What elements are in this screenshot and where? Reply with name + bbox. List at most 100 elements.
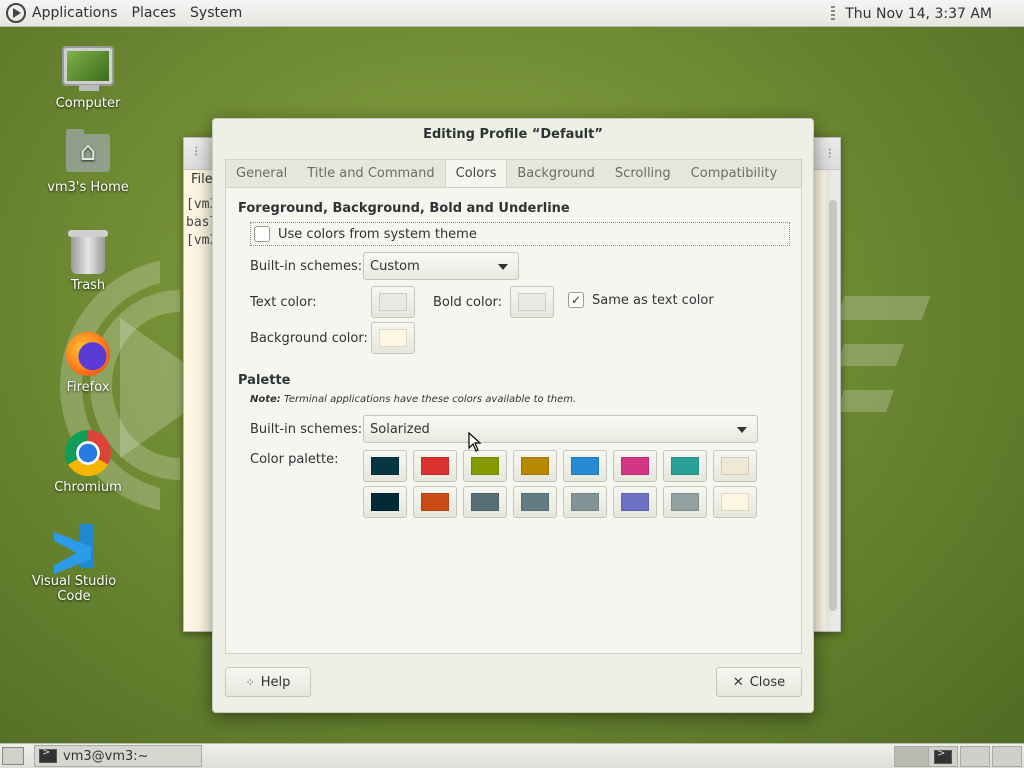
color-palette-grid bbox=[363, 450, 757, 518]
bold-color-button[interactable] bbox=[510, 286, 554, 318]
palette-note: Note: Terminal applications have these c… bbox=[250, 394, 576, 405]
desktop-icon-label: Firefox bbox=[66, 380, 110, 395]
same-as-text-label: Same as text color bbox=[592, 292, 714, 308]
taskbar-terminal-button[interactable]: vm3@vm3:~ bbox=[34, 745, 202, 767]
firefox-icon bbox=[66, 332, 110, 376]
close-icon: ✕ bbox=[732, 674, 744, 690]
palette-swatch bbox=[471, 493, 499, 511]
palette-color-button[interactable] bbox=[563, 450, 607, 482]
scrollbar-thumb[interactable] bbox=[829, 200, 837, 611]
terminal-icon bbox=[39, 747, 57, 763]
home-folder-icon bbox=[66, 129, 110, 172]
desktop-icon-firefox[interactable]: Firefox bbox=[28, 332, 148, 395]
palette-swatch bbox=[621, 457, 649, 475]
same-as-text-checkbox[interactable]: ✓ Same as text color bbox=[568, 292, 714, 308]
palette-schemes-value: Solarized bbox=[370, 421, 430, 437]
workspace-2[interactable] bbox=[928, 746, 958, 767]
palette-swatch bbox=[421, 457, 449, 475]
palette-color-button[interactable] bbox=[413, 486, 457, 518]
help-button[interactable]: ⁘ Help bbox=[225, 667, 311, 697]
palette-swatch bbox=[371, 457, 399, 475]
tab-general[interactable]: General bbox=[226, 160, 297, 187]
panel-grip-icon bbox=[831, 5, 836, 22]
palette-swatch bbox=[621, 493, 649, 511]
palette-swatch bbox=[471, 457, 499, 475]
places-menu[interactable]: Places bbox=[130, 5, 179, 21]
bold-color-swatch bbox=[518, 293, 546, 311]
help-icon: ⁘ bbox=[245, 675, 255, 689]
palette-color-button[interactable] bbox=[413, 450, 457, 482]
palette-color-button[interactable] bbox=[513, 450, 557, 482]
palette-swatch bbox=[421, 493, 449, 511]
help-button-label: Help bbox=[260, 674, 291, 690]
system-menu[interactable]: System bbox=[188, 5, 244, 21]
palette-color-button[interactable] bbox=[663, 450, 707, 482]
palette-section-heading: Palette bbox=[238, 373, 291, 388]
palette-color-button[interactable] bbox=[713, 450, 757, 482]
palette-color-button[interactable] bbox=[363, 450, 407, 482]
show-desktop-icon[interactable] bbox=[2, 747, 24, 765]
use-system-colors-label: Use colors from system theme bbox=[278, 226, 477, 242]
palette-swatch bbox=[371, 493, 399, 511]
desktop-icon-trash[interactable]: Trash bbox=[28, 230, 148, 293]
colors-panel: Foreground, Background, Bold and Underli… bbox=[225, 187, 802, 654]
palette-color-button[interactable] bbox=[463, 450, 507, 482]
vscode-icon bbox=[52, 524, 96, 568]
desktop-icon-label: vm3's Home bbox=[47, 180, 129, 195]
text-color-button[interactable] bbox=[371, 286, 415, 318]
desktop-icon-vscode[interactable]: Visual Studio Code bbox=[14, 524, 134, 604]
workspace-4[interactable] bbox=[992, 746, 1022, 767]
top-panel: Applications Places System Thu Nov 14, 3… bbox=[0, 0, 1024, 27]
bg-color-label: Background color: bbox=[250, 331, 368, 346]
palette-color-button[interactable] bbox=[363, 486, 407, 518]
checkbox-checked-icon[interactable]: ✓ bbox=[568, 292, 584, 308]
terminal-scrollbar[interactable] bbox=[826, 170, 840, 631]
palette-color-button[interactable] bbox=[563, 486, 607, 518]
bold-color-label: Bold color: bbox=[433, 295, 503, 310]
chromium-icon bbox=[65, 430, 111, 476]
bg-color-button[interactable] bbox=[371, 322, 415, 354]
clock[interactable]: Thu Nov 14, 3:37 AM bbox=[845, 6, 992, 22]
use-system-colors-checkbox[interactable]: Use colors from system theme bbox=[250, 222, 790, 246]
palette-color-button[interactable] bbox=[613, 486, 657, 518]
desktop-icon-label: Trash bbox=[70, 278, 106, 293]
tab-bar: General Title and Command Colors Backgro… bbox=[225, 159, 802, 187]
checkbox-box[interactable] bbox=[254, 226, 270, 242]
bg-color-swatch bbox=[379, 329, 407, 347]
terminal-window-button-icon[interactable]: ⁝ bbox=[828, 146, 832, 162]
terminal-icon bbox=[934, 748, 952, 764]
desktop-icon-home[interactable]: vm3's Home bbox=[28, 129, 148, 195]
close-button-label: Close bbox=[749, 674, 786, 690]
terminal-file-menu[interactable]: File bbox=[191, 172, 213, 187]
note-text: Terminal applications have these colors … bbox=[280, 394, 577, 405]
fg-schemes-dropdown[interactable]: Custom bbox=[363, 252, 519, 280]
desktop-icon-chromium[interactable]: Chromium bbox=[28, 430, 148, 495]
palette-color-button[interactable] bbox=[513, 486, 557, 518]
palette-color-button[interactable] bbox=[663, 486, 707, 518]
palette-color-button[interactable] bbox=[713, 486, 757, 518]
palette-swatch bbox=[721, 457, 749, 475]
color-palette-label: Color palette: bbox=[250, 452, 339, 467]
applications-menu-icon[interactable] bbox=[6, 3, 26, 23]
palette-color-button[interactable] bbox=[463, 486, 507, 518]
palette-color-button[interactable] bbox=[613, 450, 657, 482]
close-button[interactable]: ✕ Close bbox=[716, 667, 802, 697]
palette-swatch bbox=[721, 493, 749, 511]
palette-swatch bbox=[571, 457, 599, 475]
desktop-icon-label: Computer bbox=[55, 96, 121, 111]
tab-title-and-command[interactable]: Title and Command bbox=[297, 160, 444, 187]
wallpaper-bar bbox=[835, 344, 905, 366]
tab-background[interactable]: Background bbox=[507, 160, 605, 187]
tab-colors[interactable]: Colors bbox=[444, 160, 508, 187]
palette-schemes-dropdown[interactable]: Solarized bbox=[363, 415, 758, 443]
terminal-window-menu-icon[interactable]: ⁝ bbox=[194, 144, 198, 160]
profile-dialog: Editing Profile “Default” General Title … bbox=[212, 118, 814, 713]
desktop-icon-computer[interactable]: Computer bbox=[28, 48, 148, 111]
applications-menu[interactable]: Applications bbox=[30, 5, 120, 21]
fg-schemes-value: Custom bbox=[370, 258, 420, 274]
workspace-3[interactable] bbox=[960, 746, 990, 767]
palette-swatch bbox=[671, 493, 699, 511]
tab-scrolling[interactable]: Scrolling bbox=[605, 160, 681, 187]
taskbar-terminal-label: vm3@vm3:~ bbox=[63, 748, 149, 764]
tab-compatibility[interactable]: Compatibility bbox=[681, 160, 788, 187]
